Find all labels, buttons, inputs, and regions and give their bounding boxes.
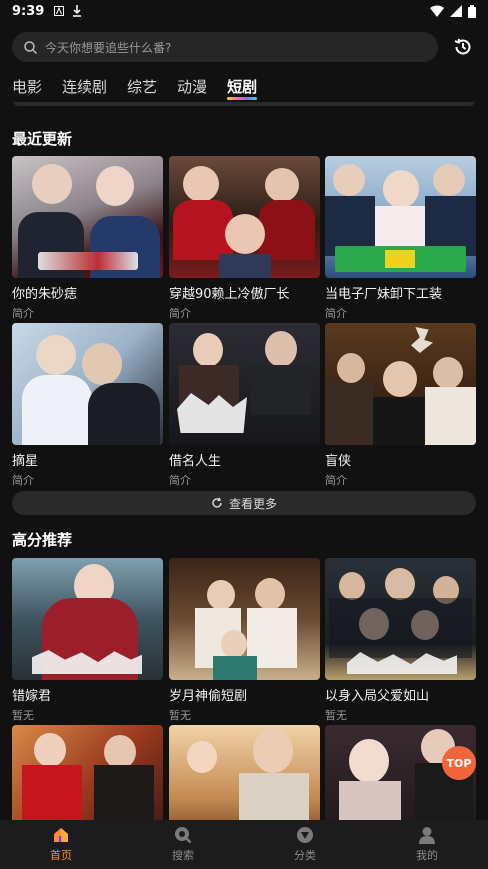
tab-variety[interactable]: 综艺	[127, 76, 157, 97]
poster-image	[169, 156, 320, 278]
poster-card[interactable]: 盲侠 简介	[325, 323, 476, 488]
category-tabs: 电影 连续剧 综艺 动漫 短剧	[12, 72, 258, 100]
signal-icon	[450, 5, 462, 17]
nav-category-label: 分类	[294, 849, 316, 862]
tab-anime[interactable]: 动漫	[177, 76, 207, 97]
notification-a-icon	[54, 6, 65, 16]
poster-image	[169, 558, 320, 680]
poster-card[interactable]	[169, 725, 320, 820]
poster-card[interactable]: 岁月神偷短剧 暂无	[169, 558, 320, 723]
history-button[interactable]	[450, 34, 476, 60]
refresh-icon	[212, 497, 222, 508]
poster-card[interactable]: 以身入局父爱如山 暂无	[325, 558, 476, 723]
search-icon	[175, 827, 192, 844]
poster-card[interactable]: 你的朱砂痣 简介	[12, 156, 163, 321]
poster-card[interactable]	[12, 725, 163, 820]
card-subtitle: 简介	[169, 474, 191, 487]
card-subtitle: 简介	[325, 307, 347, 320]
search-placeholder: 今天你想要追些什么番?	[45, 40, 172, 55]
poster-image	[325, 323, 476, 445]
nav-profile-label: 我的	[416, 849, 438, 862]
back-to-top-button[interactable]: TOP	[442, 746, 476, 780]
poster-image	[12, 725, 163, 820]
battery-icon	[468, 4, 476, 18]
card-title: 穿越90赖上冷傲厂长	[169, 287, 290, 302]
poster-card[interactable]: 摘星 简介	[12, 323, 163, 488]
nav-home-label: 首页	[50, 849, 72, 862]
nav-home[interactable]: 首页	[0, 820, 122, 869]
poster-image	[325, 558, 476, 680]
card-title: 以身入局父爱如山	[325, 689, 430, 704]
tab-series[interactable]: 连续剧	[62, 76, 107, 97]
profile-icon	[419, 827, 435, 844]
poster-image	[12, 323, 163, 445]
home-icon	[54, 828, 68, 842]
status-bar: 9:39	[0, 0, 488, 22]
tab-short-drama[interactable]: 短剧	[227, 76, 258, 100]
card-subtitle: 简介	[169, 307, 191, 320]
section-title-recent: 最近更新	[12, 130, 73, 148]
card-title: 当电子厂妹卸下工装	[325, 287, 443, 302]
see-more-label: 查看更多	[228, 496, 277, 511]
poster-image	[12, 558, 163, 680]
download-icon	[73, 5, 82, 17]
card-title: 岁月神偷短剧	[169, 689, 248, 704]
card-subtitle: 简介	[12, 474, 34, 487]
card-title: 摘星	[12, 454, 39, 469]
nav-search-label: 搜索	[172, 849, 194, 862]
card-subtitle: 简介	[325, 474, 347, 487]
history-icon	[454, 38, 471, 55]
search-row: 今天你想要追些什么番?	[12, 32, 476, 62]
card-subtitle: 暂无	[169, 709, 191, 722]
category-icon	[297, 827, 313, 843]
section-title-top-rated: 高分推荐	[12, 531, 73, 549]
card-subtitle: 暂无	[325, 709, 347, 722]
content-area[interactable]: 最近更新 你的朱砂痣 简介 穿越90赖上冷傲厂长 简介 当电子厂妹卸下工装 简介…	[0, 102, 488, 820]
bottom-nav: 首页 搜索 分类 我的	[0, 820, 488, 869]
card-title: 盲侠	[325, 454, 352, 469]
card-title: 你的朱砂痣	[12, 287, 78, 302]
nav-category[interactable]: 分类	[244, 820, 366, 869]
card-subtitle: 简介	[12, 307, 34, 320]
poster-image	[169, 323, 320, 445]
search-input[interactable]: 今天你想要追些什么番?	[12, 32, 438, 62]
card-title: 错嫁君	[12, 689, 52, 704]
nav-profile[interactable]: 我的	[366, 820, 488, 869]
poster-image	[169, 725, 320, 820]
poster-card[interactable]: 借名人生 简介	[169, 323, 320, 488]
poster-card[interactable]: 当电子厂妹卸下工装 简介	[325, 156, 476, 321]
search-icon	[24, 40, 37, 54]
poster-card[interactable]: 错嫁君 暂无	[12, 558, 163, 723]
card-title: 借名人生	[169, 454, 222, 469]
poster-image	[325, 156, 476, 278]
status-time: 9:39	[12, 3, 45, 19]
nav-search[interactable]: 搜索	[122, 820, 244, 869]
poster-image	[12, 156, 163, 278]
wifi-icon	[430, 5, 444, 17]
previous-more-button[interactable]	[12, 102, 476, 106]
see-more-button[interactable]: 查看更多	[12, 491, 476, 515]
poster-card[interactable]: 穿越90赖上冷傲厂长 简介	[169, 156, 320, 321]
card-subtitle: 暂无	[12, 709, 34, 722]
tab-movie[interactable]: 电影	[12, 76, 42, 97]
